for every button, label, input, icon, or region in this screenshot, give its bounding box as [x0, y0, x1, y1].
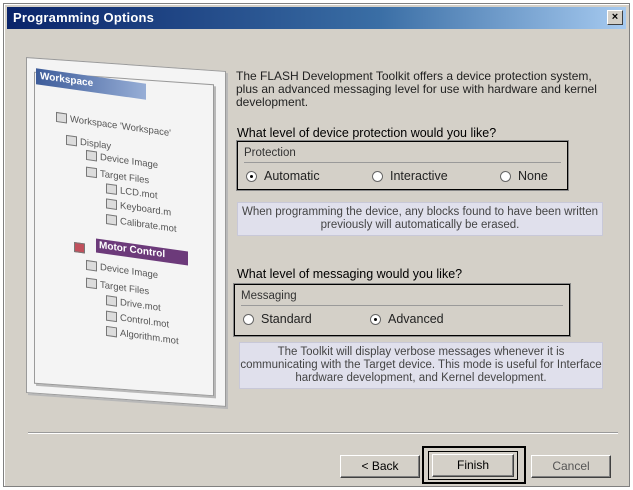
folder-icon	[66, 135, 77, 147]
radio-interactive[interactable]: Interactive	[372, 169, 448, 183]
radio-selected-icon	[246, 170, 257, 182]
intro-text: The FLASH Development Toolkit offers a d…	[236, 69, 597, 109]
folder-icon	[86, 167, 97, 179]
radio-icon	[372, 170, 383, 182]
folder-icon	[86, 278, 97, 290]
chip-icon	[86, 260, 97, 272]
radio-icon	[243, 313, 254, 325]
workspace-illustration: Workspace Workspace 'Workspace' Display …	[22, 57, 228, 407]
group-divider	[241, 305, 563, 306]
file-icon	[106, 295, 117, 308]
close-icon[interactable]: ×	[607, 10, 623, 25]
tree-row	[74, 242, 88, 258]
file-icon	[106, 326, 117, 338]
messaging-note: The Toolkit will display verbose message…	[239, 342, 603, 389]
messaging-group-label: Messaging	[241, 290, 297, 302]
file-icon	[106, 311, 117, 323]
radio-standard[interactable]: Standard	[243, 312, 312, 326]
title-bar[interactable]: Programming Options ×	[7, 7, 626, 29]
radio-icon	[500, 170, 511, 182]
radio-automatic[interactable]: Automatic	[246, 169, 320, 183]
folder-icon	[74, 242, 85, 255]
group-divider	[244, 162, 561, 163]
protection-group-label: Protection	[244, 147, 296, 159]
radio-selected-icon	[370, 313, 381, 325]
workspace-icon	[56, 112, 67, 124]
file-icon	[106, 214, 117, 227]
chip-icon	[86, 150, 97, 162]
cancel-button[interactable]: Cancel	[531, 455, 611, 478]
window-title: Programming Options	[13, 10, 155, 25]
protection-question: What level of device protection would yo…	[237, 126, 497, 140]
radio-none[interactable]: None	[500, 169, 548, 183]
file-icon	[106, 198, 117, 211]
file-icon	[106, 183, 117, 196]
protection-group: Protection Automatic Interactive None	[237, 141, 568, 190]
messaging-question: What level of messaging would you like?	[237, 267, 463, 281]
footer-divider	[28, 432, 618, 434]
finish-button[interactable]: Finish	[432, 454, 514, 477]
radio-advanced[interactable]: Advanced	[370, 312, 444, 326]
back-button[interactable]: < Back	[340, 455, 420, 478]
protection-note: When programming the device, any blocks …	[237, 202, 603, 236]
messaging-group: Messaging Standard Advanced	[234, 284, 570, 336]
